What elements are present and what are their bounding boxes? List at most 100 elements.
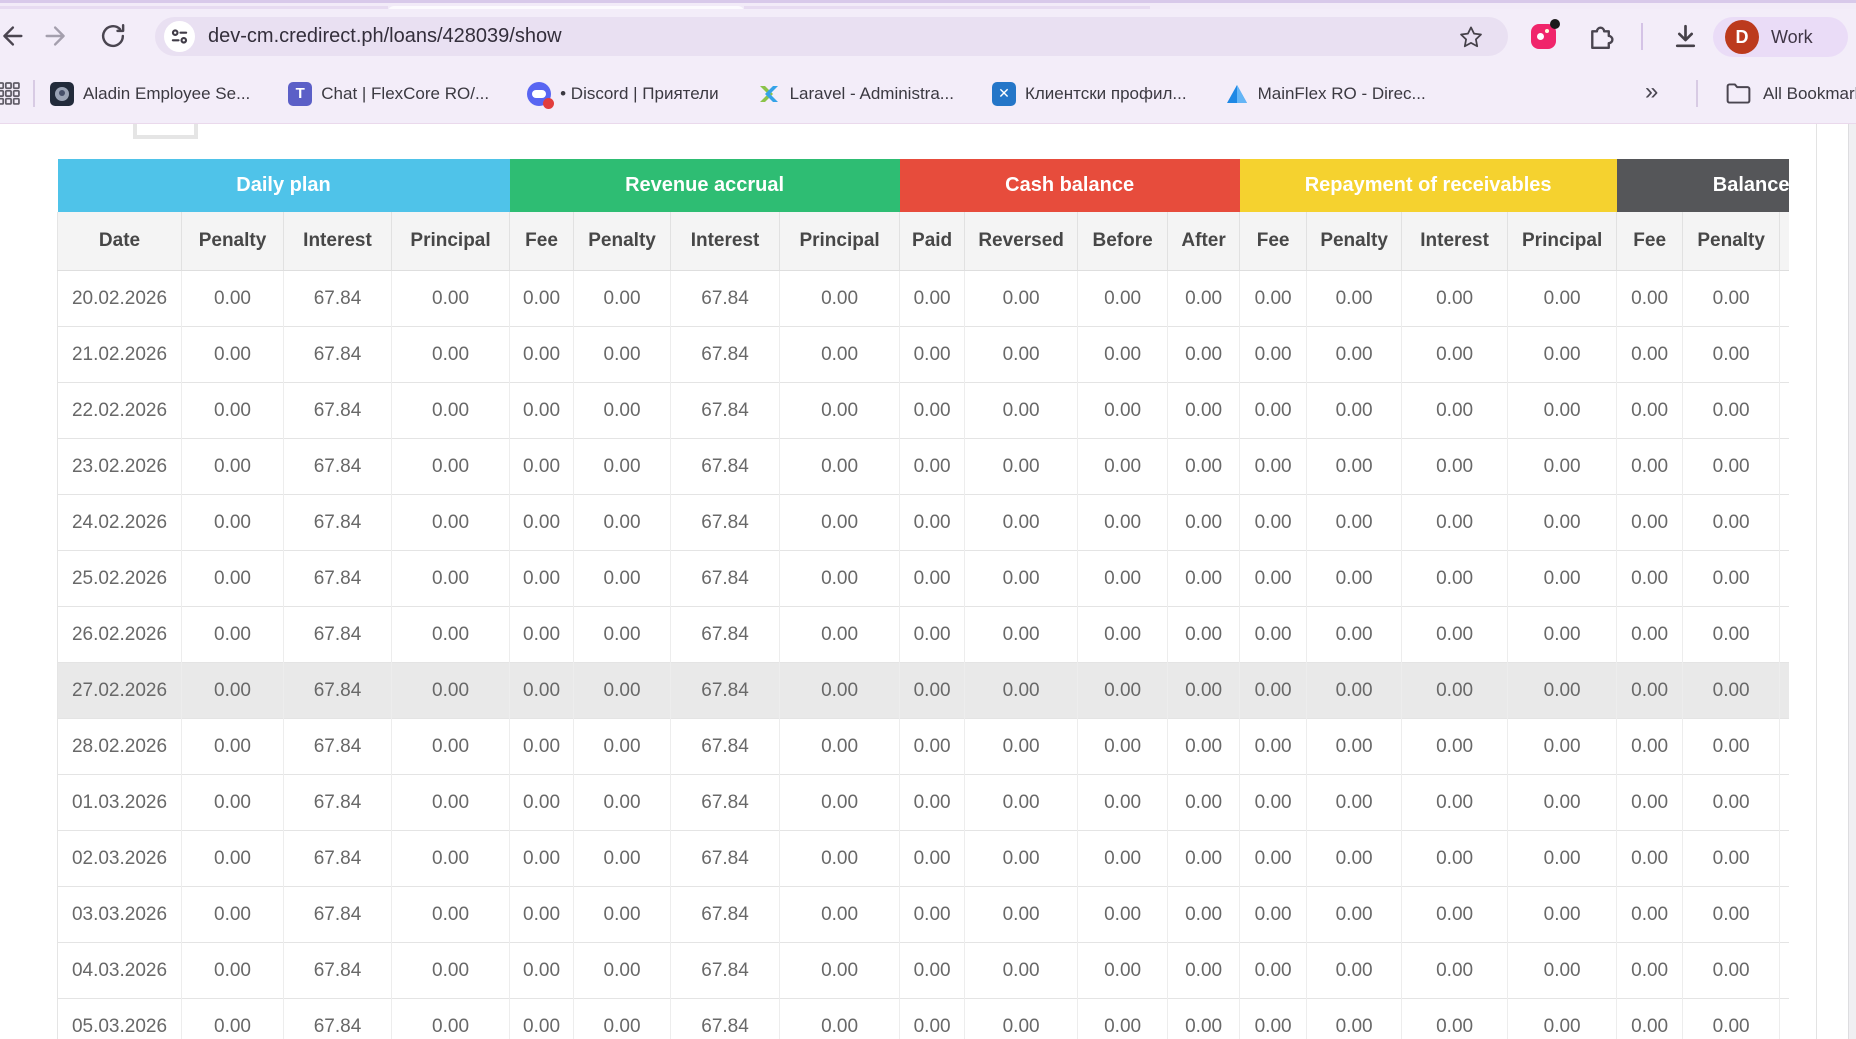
value-cell: 0.00 xyxy=(779,326,900,383)
date-cell: 05.03.2026 xyxy=(57,998,182,1039)
value-cell: 67.84 xyxy=(283,382,392,439)
value-cell: 0.00 xyxy=(1682,998,1780,1039)
value-cell: 0.00 xyxy=(1616,494,1683,551)
value-cell: 0.00 xyxy=(1077,326,1168,383)
download-button[interactable] xyxy=(1669,20,1702,58)
column-header-principal: Principal xyxy=(390,212,510,271)
value-cell: 67.84 xyxy=(670,942,780,999)
value-cell: 67.84 xyxy=(283,886,392,943)
table-row-21.02.2026[interactable]: 21.02.2026 0.00 67.84 0.00 0.00 0.00 67.84 0.00… xyxy=(57,326,1789,383)
bookmark-teams-chat[interactable]: T Chat | FlexCore RO/... xyxy=(288,81,489,106)
value-cell: 0.00 xyxy=(1401,438,1508,495)
value-cell xyxy=(1779,382,1789,439)
value-cell: 67.84 xyxy=(670,774,780,831)
table-row-24.02.2026[interactable]: 24.02.2026 0.00 67.84 0.00 0.00 0.00 67.84 0.00… xyxy=(57,494,1789,551)
table-row-28.02.2026[interactable]: 28.02.2026 0.00 67.84 0.00 0.00 0.00 67.84 0.00… xyxy=(57,718,1789,775)
value-cell: 0.00 xyxy=(1616,662,1683,719)
table-row-22.02.2026[interactable]: 22.02.2026 0.00 67.84 0.00 0.00 0.00 67.84 0.00… xyxy=(57,382,1789,439)
bookmark-client-profile[interactable]: ✕ Клиентски профил... xyxy=(991,81,1187,106)
bookmark-mainflex[interactable]: MainFlex RO - Direc... xyxy=(1225,82,1426,106)
value-cell: 0.00 xyxy=(1167,606,1240,663)
value-cell: 0.00 xyxy=(390,942,510,999)
value-cell: 0.00 xyxy=(1167,438,1240,495)
table-row-01.03.2026[interactable]: 01.03.2026 0.00 67.84 0.00 0.00 0.00 67.84 0.00… xyxy=(57,774,1789,831)
back-button[interactable] xyxy=(0,20,27,52)
date-cell: 24.02.2026 xyxy=(57,494,182,551)
value-cell: 0.00 xyxy=(390,886,510,943)
value-cell: 0.00 xyxy=(964,382,1078,439)
table-row-20.02.2026[interactable]: 20.02.2026 0.00 67.84 0.00 0.00 0.00 67.84 0.00… xyxy=(57,270,1789,327)
cutoff-button-remnant[interactable] xyxy=(133,124,198,139)
back-icon xyxy=(3,26,23,46)
date-cell: 03.03.2026 xyxy=(57,886,182,943)
value-cell: 67.84 xyxy=(283,606,392,663)
vertical-scrollbar[interactable] xyxy=(1848,124,1856,1039)
bookmark-laravel[interactable]: Laravel - Administra... xyxy=(757,82,954,106)
value-cell: 0.00 xyxy=(573,830,671,887)
value-cell: 0.00 xyxy=(573,326,671,383)
value-cell: 0.00 xyxy=(1167,998,1240,1039)
table-row-05.03.2026[interactable]: 05.03.2026 0.00 67.84 0.00 0.00 0.00 67.84 0.00… xyxy=(57,998,1789,1039)
value-cell: 0.00 xyxy=(779,494,900,551)
bookmarks-separator xyxy=(33,80,35,107)
value-cell xyxy=(1779,494,1789,551)
value-cell: 0.00 xyxy=(1682,886,1780,943)
value-cell: 0.00 xyxy=(899,830,965,887)
value-cell: 0.00 xyxy=(899,550,965,607)
site-info-button[interactable] xyxy=(164,21,195,52)
value-cell: 0.00 xyxy=(390,830,510,887)
value-cell: 0.00 xyxy=(1616,718,1683,775)
value-cell: 0.00 xyxy=(1401,998,1508,1039)
value-cell: 0.00 xyxy=(964,270,1078,327)
value-cell: 0.00 xyxy=(1616,830,1683,887)
value-cell: 0.00 xyxy=(1616,886,1683,943)
value-cell: 0.00 xyxy=(899,718,965,775)
bookmark-aladin[interactable]: Aladin Employee Se... xyxy=(50,81,250,106)
value-cell: 0.00 xyxy=(573,438,671,495)
bookmarks-overflow-button[interactable]: » xyxy=(1645,64,1658,123)
table-column-header-row: Date Penalty Interest Principal Fee Penalty In… xyxy=(57,212,1789,271)
table-row-02.03.2026[interactable]: 02.03.2026 0.00 67.84 0.00 0.00 0.00 67.84 0.00… xyxy=(57,830,1789,887)
value-cell: 0.00 xyxy=(1507,998,1617,1039)
bookmark-star-button[interactable] xyxy=(1455,21,1487,53)
table-row-23.02.2026[interactable]: 23.02.2026 0.00 67.84 0.00 0.00 0.00 67.84 0.00… xyxy=(57,438,1789,495)
reload-button[interactable] xyxy=(97,20,129,52)
all-bookmarks-button[interactable]: All Bookmarks xyxy=(1724,64,1856,123)
apps-grid-icon[interactable] xyxy=(0,82,20,110)
extensions-button[interactable] xyxy=(1583,20,1616,58)
table-row-04.03.2026[interactable]: 04.03.2026 0.00 67.84 0.00 0.00 0.00 67.84 0.00… xyxy=(57,942,1789,999)
column-header-principal: Principal xyxy=(1507,212,1617,271)
table-row-25.02.2026[interactable]: 25.02.2026 0.00 67.84 0.00 0.00 0.00 67.84 0.00… xyxy=(57,550,1789,607)
url-text[interactable]: dev-cm.credirect.ph/loans/428039/show xyxy=(208,17,562,56)
value-cell: 0.00 xyxy=(573,942,671,999)
site-settings-icon xyxy=(171,29,188,44)
forward-button[interactable] xyxy=(41,20,73,52)
value-cell: 0.00 xyxy=(1239,886,1307,943)
value-cell: 67.84 xyxy=(670,662,780,719)
date-cell: 01.03.2026 xyxy=(57,774,182,831)
value-cell: 0.00 xyxy=(390,774,510,831)
value-cell: 67.84 xyxy=(283,998,392,1039)
table-row-26.02.2026[interactable]: 26.02.2026 0.00 67.84 0.00 0.00 0.00 67.84 0.00… xyxy=(57,606,1789,663)
value-cell: 0.00 xyxy=(1077,662,1168,719)
extension-pink-icon[interactable] xyxy=(1531,19,1560,49)
value-cell: 0.00 xyxy=(1401,382,1508,439)
value-cell: 0.00 xyxy=(1401,606,1508,663)
value-cell: 0.00 xyxy=(1682,942,1780,999)
profile-chip[interactable]: D Work xyxy=(1713,17,1848,57)
group-header-repayment-of-receivables: Repayment of receivables xyxy=(1239,159,1617,212)
table-row-27.02.2026[interactable]: 27.02.2026 0.00 67.84 0.00 0.00 0.00 67.84 0.00… xyxy=(57,662,1789,719)
table-row-03.03.2026[interactable]: 03.03.2026 0.00 67.84 0.00 0.00 0.00 67.84 0.00… xyxy=(57,886,1789,943)
value-cell: 0.00 xyxy=(964,662,1078,719)
value-cell: 0.00 xyxy=(1167,886,1240,943)
value-cell: 0.00 xyxy=(899,494,965,551)
value-cell: 0.00 xyxy=(899,326,965,383)
value-cell: 0.00 xyxy=(1616,942,1683,999)
address-bar[interactable]: dev-cm.credirect.ph/loans/428039/show xyxy=(155,17,1508,56)
bookmark-discord[interactable]: • Discord | Приятели xyxy=(527,81,719,109)
value-cell: 0.00 xyxy=(573,270,671,327)
value-cell: 0.00 xyxy=(181,942,284,999)
column-header-after: After xyxy=(1167,212,1240,271)
value-cell: 0.00 xyxy=(509,942,574,999)
loan-schedule-table-container[interactable]: Daily plan Revenue accrual Cash balance Rep… xyxy=(57,159,1789,1039)
